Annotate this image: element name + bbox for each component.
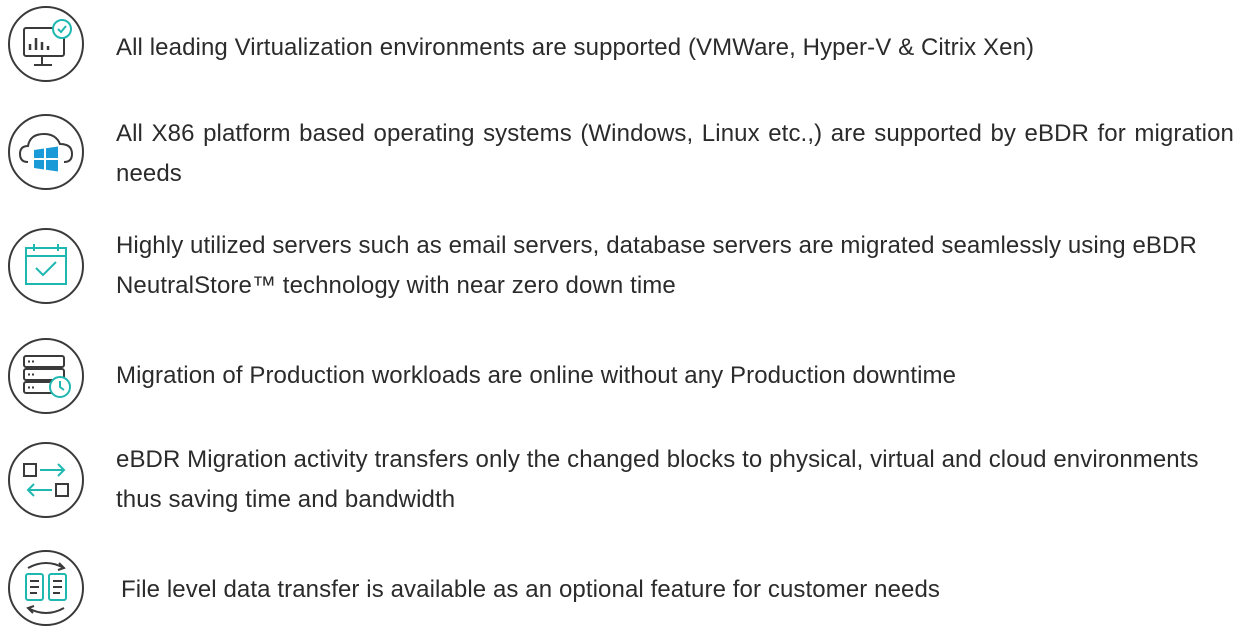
cloud-windows-icon [6, 112, 86, 192]
feature-text: eBDR Migration activity transfers only t… [116, 446, 1199, 513]
feature-text: All X86 platform based operating systems… [116, 120, 1234, 187]
calendar-check-icon [6, 226, 86, 306]
feature-text: Highly utilized servers such as email se… [116, 232, 1197, 299]
feature-text: File level data transfer is available as… [121, 576, 941, 603]
feature-text: Migration of Production workloads are on… [116, 362, 957, 389]
transfer-arrows-icon [6, 440, 86, 520]
monitor-chart-check-icon [6, 4, 86, 84]
feature-text: All leading Virtualization environments … [116, 34, 1035, 61]
server-clock-icon [6, 336, 86, 416]
file-sync-icon [6, 548, 86, 628]
